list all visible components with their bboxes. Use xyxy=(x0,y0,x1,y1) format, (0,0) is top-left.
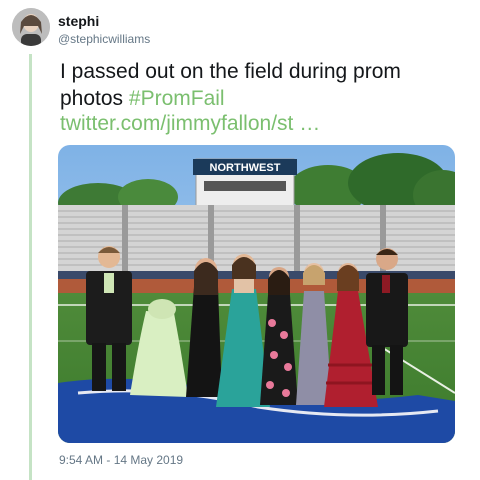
avatar-photo xyxy=(12,8,50,46)
hashtag-link[interactable]: #PromFail xyxy=(129,87,225,110)
user-handle[interactable]: @stephicwilliams xyxy=(58,32,150,46)
stadium-sign: NORTHWEST xyxy=(210,162,281,174)
user-display-name[interactable]: stephi xyxy=(58,13,99,29)
tweet-text: I passed out on the field during prom ph… xyxy=(60,58,460,112)
tweet-timestamp[interactable]: 9:54 AM - 14 May 2019 xyxy=(59,453,183,467)
avatar[interactable] xyxy=(12,8,50,46)
prom-photo-illustration: NORTHWEST xyxy=(58,145,455,443)
tweet-link[interactable]: twitter.com/jimmyfallon/st … xyxy=(60,112,320,136)
tweet-body: I passed out on the field during prom ph… xyxy=(60,60,401,110)
tweet-photo[interactable]: NORTHWEST xyxy=(58,145,455,443)
thread-line xyxy=(29,54,32,480)
